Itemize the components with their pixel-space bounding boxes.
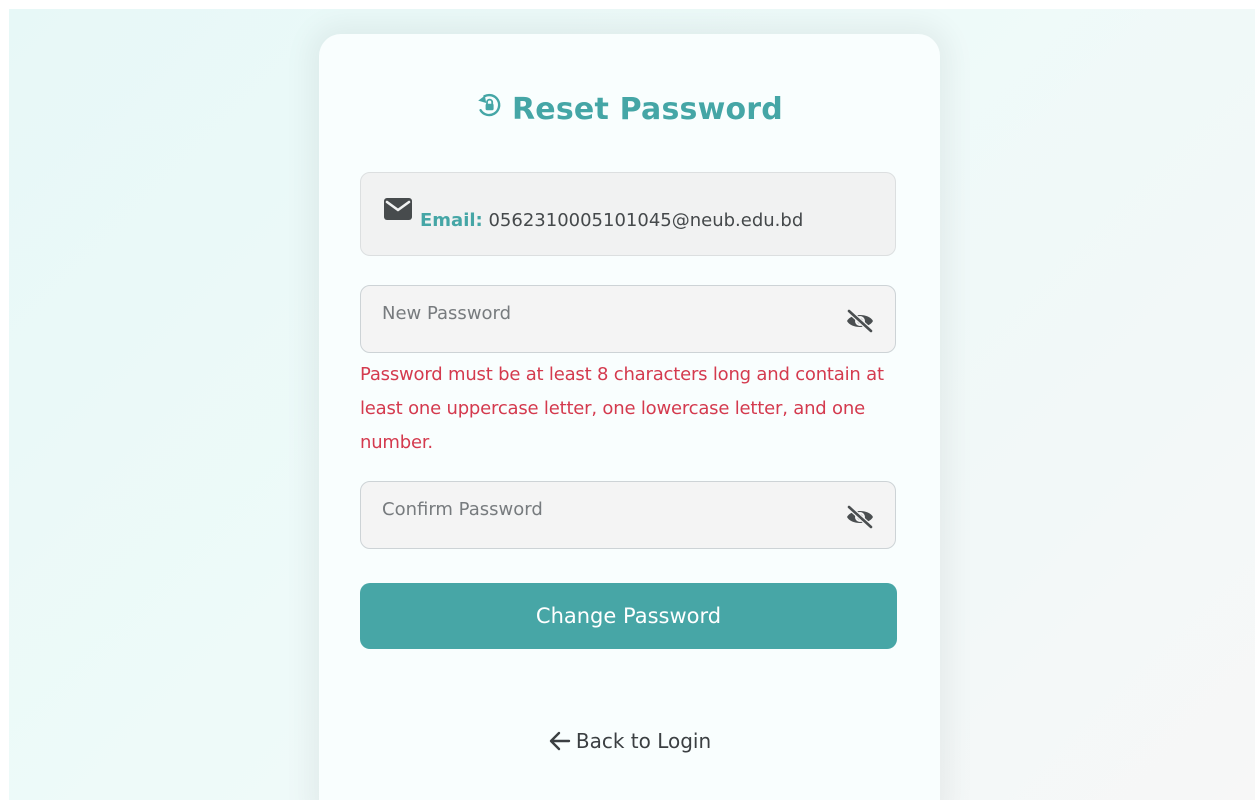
new-password-field bbox=[360, 285, 896, 353]
card-header: Reset Password bbox=[319, 92, 940, 127]
email-label: Email: bbox=[420, 210, 483, 231]
page-title: Reset Password bbox=[512, 92, 783, 127]
change-password-button[interactable]: Change Password bbox=[360, 583, 897, 649]
reset-password-card: Reset Password Email: 0562310005101045@n… bbox=[319, 34, 940, 800]
new-password-input[interactable] bbox=[361, 286, 895, 352]
back-to-login-link[interactable]: Back to Login bbox=[319, 729, 940, 753]
email-display: Email: 0562310005101045@neub.edu.bd bbox=[360, 172, 896, 256]
back-to-login-label: Back to Login bbox=[575, 729, 712, 753]
eye-slash-icon[interactable] bbox=[845, 308, 875, 334]
lock-reset-icon bbox=[476, 92, 502, 118]
page-background: Reset Password Email: 0562310005101045@n… bbox=[9, 9, 1255, 800]
arrow-left-icon bbox=[548, 730, 572, 752]
email-text: Email: 0562310005101045@neub.edu.bd bbox=[420, 210, 803, 231]
confirm-password-input[interactable] bbox=[361, 482, 895, 548]
confirm-password-field bbox=[360, 481, 896, 549]
eye-slash-icon[interactable] bbox=[845, 504, 875, 530]
envelope-icon bbox=[383, 197, 413, 221]
password-error-message: Password must be at least 8 characters l… bbox=[360, 364, 884, 453]
email-value: 0562310005101045@neub.edu.bd bbox=[488, 210, 804, 231]
